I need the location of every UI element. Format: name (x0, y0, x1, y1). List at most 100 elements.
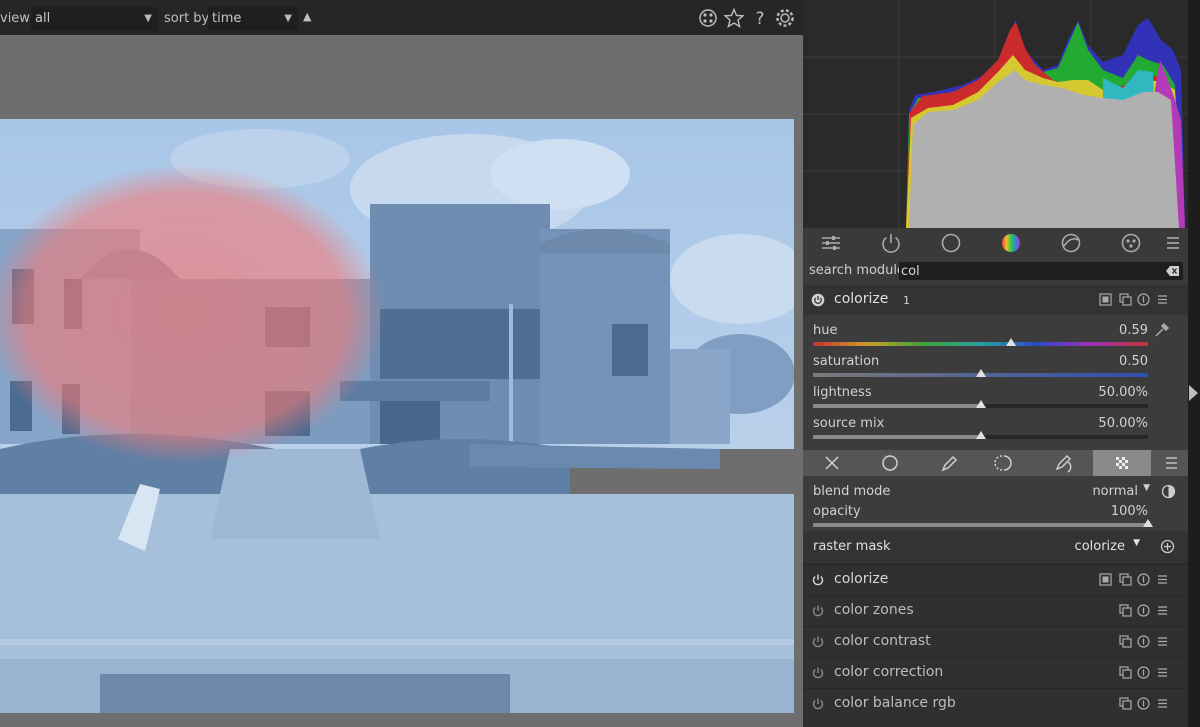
hue-gradient-bar (813, 342, 1148, 346)
hue-slider[interactable]: hue 0.59 (813, 317, 1148, 348)
blend-menu-tab[interactable] (1155, 450, 1188, 476)
chevron-down-icon: ▼ (1143, 483, 1150, 493)
view-filter-value: all (35, 11, 51, 26)
raster-mask-tab[interactable] (1093, 450, 1151, 476)
color-group-icon[interactable] (999, 231, 1023, 255)
opacity-label: opacity (813, 504, 861, 519)
saturation-slider-handle[interactable] (975, 369, 986, 377)
sort-dropdown[interactable]: time ▼ (208, 7, 298, 31)
lightness-value: 50.00% (1098, 385, 1148, 400)
add-icon[interactable] (1160, 539, 1175, 554)
mask-indicator-icon[interactable] (1099, 293, 1112, 306)
hue-value: 0.59 (1119, 323, 1148, 338)
opacity-bar (813, 523, 1148, 527)
view-label: view (0, 11, 30, 26)
hue-slider-handle[interactable] (1005, 338, 1016, 346)
blend-polarity-icon[interactable] (1161, 484, 1176, 499)
view-filter-dropdown[interactable]: all ▼ (31, 7, 158, 31)
multi-instance-icon[interactable] (1119, 293, 1132, 306)
reset-icon[interactable] (1137, 666, 1150, 679)
presets-menu-icon[interactable] (1161, 231, 1185, 255)
presets-menu-icon[interactable] (1156, 666, 1169, 679)
presets-menu-icon[interactable] (1156, 293, 1169, 306)
parametric-mask-tab[interactable] (977, 450, 1035, 476)
raster-mask-row[interactable]: raster mask colorize ▼ (803, 531, 1188, 563)
multi-instance-icon[interactable] (1119, 604, 1132, 617)
blend-mode-value: normal (1092, 484, 1138, 499)
reset-icon[interactable] (1137, 697, 1150, 710)
module-power-icon[interactable] (811, 604, 825, 618)
hue-label: hue (813, 323, 838, 338)
sort-label: sort by (164, 11, 210, 26)
expand-arrow-icon[interactable] (1189, 385, 1198, 401)
multi-instance-icon[interactable] (1119, 666, 1132, 679)
module-name: color correction (834, 664, 944, 680)
photo-preview[interactable] (0, 119, 794, 713)
source-mix-slider-handle[interactable] (975, 431, 986, 439)
star-icon[interactable] (724, 8, 744, 28)
drawn-and-parametric-mask-tab[interactable] (1035, 450, 1093, 476)
effects-group-icon[interactable] (1119, 231, 1143, 255)
multi-instance-icon[interactable] (1119, 573, 1132, 586)
svg-text:?: ? (755, 9, 764, 28)
help-icon[interactable]: ? (750, 8, 770, 28)
close-icon (825, 456, 839, 470)
module-power-icon[interactable] (811, 697, 825, 711)
reset-icon[interactable] (1137, 604, 1150, 617)
histogram[interactable] (803, 0, 1188, 228)
right-panel-collapse-bar[interactable] (1188, 0, 1200, 727)
lightness-slider-handle[interactable] (975, 400, 986, 408)
opacity-slider-handle[interactable] (1143, 519, 1153, 527)
search-module-input[interactable] (899, 262, 1183, 280)
sort-direction-toggle[interactable]: ▲ (303, 10, 311, 23)
presets-menu-icon[interactable] (1156, 697, 1169, 710)
chevron-down-icon: ▼ (1133, 538, 1140, 548)
module-power-icon[interactable] (811, 635, 825, 649)
clear-search-icon[interactable] (1166, 265, 1180, 277)
uniform-mask-tab[interactable] (861, 450, 919, 476)
quick-access-icon[interactable] (819, 231, 843, 255)
module-item-colorize[interactable]: colorize (803, 564, 1188, 594)
module-power-icon[interactable] (811, 293, 825, 307)
colorize-module-header[interactable]: colorize 1 (803, 285, 1188, 315)
module-instance-number: 1 (903, 294, 910, 307)
reset-icon[interactable] (1137, 635, 1150, 648)
gear-icon[interactable] (775, 8, 795, 28)
color-picker-icon[interactable] (1153, 321, 1171, 339)
multi-instance-icon[interactable] (1119, 635, 1132, 648)
source-mix-label: source mix (813, 416, 885, 431)
presets-menu-icon[interactable] (1156, 635, 1169, 648)
photo-image (0, 119, 794, 713)
mask-indicator-icon (1099, 573, 1112, 586)
module-item-color-contrast[interactable]: color contrast (803, 626, 1188, 656)
module-item-color-zones[interactable]: color zones (803, 595, 1188, 625)
presets-menu-icon[interactable] (1156, 573, 1169, 586)
presets-icon[interactable] (698, 8, 718, 28)
active-modules-power-icon[interactable] (879, 231, 903, 255)
module-item-color-balance-rgb[interactable]: color balance rgb (803, 688, 1188, 727)
search-module-label: search module (809, 263, 906, 278)
search-module-bar: search module (803, 258, 1188, 285)
drawn-mask-tab[interactable] (919, 450, 977, 476)
opacity-slider[interactable]: opacity 100% (813, 499, 1153, 530)
presets-menu-icon[interactable] (1156, 604, 1169, 617)
saturation-slider[interactable]: saturation 0.50 (813, 348, 1148, 379)
reset-icon[interactable] (1137, 573, 1150, 586)
image-view-area (0, 35, 803, 727)
module-power-icon[interactable] (811, 666, 825, 680)
top-toolbar: view all ▼ sort by time ▼ ▲ ? (0, 0, 803, 35)
module-item-color-correction[interactable]: color correction (803, 657, 1188, 687)
base-group-circle-icon[interactable] (939, 231, 963, 255)
lightness-label: lightness (813, 385, 872, 400)
source-mix-value: 50.00% (1098, 416, 1148, 431)
parametric-mask-icon (994, 455, 1012, 471)
module-power-icon[interactable] (811, 573, 825, 587)
chevron-down-icon: ▼ (144, 13, 152, 24)
lightness-slider[interactable]: lightness 50.00% (813, 379, 1148, 410)
blend-mode-label: blend mode (813, 484, 891, 499)
multi-instance-icon[interactable] (1119, 697, 1132, 710)
mask-off-tab[interactable] (803, 450, 861, 476)
correct-group-icon[interactable] (1059, 231, 1083, 255)
reset-icon[interactable] (1137, 293, 1150, 306)
source-mix-slider[interactable]: source mix 50.00% (813, 410, 1148, 441)
